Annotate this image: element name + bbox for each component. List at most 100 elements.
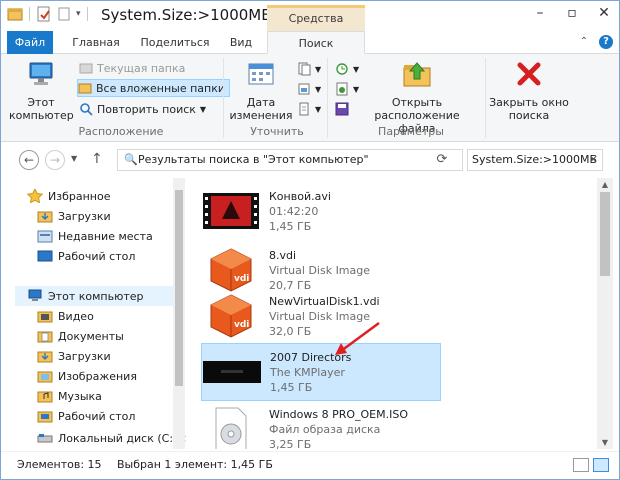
group-divider (485, 58, 486, 138)
tab-file[interactable]: Файл (7, 31, 53, 54)
content-scrollbar[interactable]: ▲ ▼ (597, 178, 613, 449)
folder-icon (79, 63, 93, 74)
save-icon (335, 102, 349, 116)
file-meta: Конвой.avi 01:42:20 1,45 ГБ (269, 189, 331, 234)
nav-downloads[interactable]: Загрузки (37, 346, 111, 366)
kind-filter-button[interactable]: ▼ (297, 60, 321, 78)
nav-downloads-label: Загрузки (58, 209, 111, 223)
other-properties-button[interactable]: ▼ (297, 100, 321, 118)
up-arrow-icon[interactable]: ↑ (91, 151, 103, 167)
file-meta: 8.vdi Virtual Disk Image 20,7 ГБ (269, 248, 370, 293)
items-count: Элементов: 15 (17, 458, 102, 471)
forward-button[interactable]: → (45, 150, 65, 170)
clear-search-icon[interactable]: ✕ (589, 150, 598, 170)
address-path: Результаты поиска в "Этот компьютер" (138, 153, 369, 166)
window-controls: – ▫ ✕ (531, 4, 613, 22)
all-subfolders-label: Все вложенные папки (96, 81, 226, 95)
location-group-label: Расположение (78, 125, 164, 138)
size-filter-button[interactable]: ▼ (297, 80, 321, 98)
nav-downloads-fav[interactable]: Загрузки (37, 206, 111, 226)
pictures-folder-icon (37, 371, 53, 383)
save-search-button[interactable] (335, 100, 349, 118)
chevron-up-icon[interactable]: ⌃ (577, 35, 591, 49)
properties-icon[interactable] (36, 6, 52, 22)
tab-search[interactable]: Поиск (267, 31, 365, 54)
video-thumbnail (201, 186, 261, 236)
advanced-options-button[interactable]: ▼ (335, 80, 359, 98)
file-name: 8.vdi (269, 248, 297, 262)
recent-searches-button[interactable]: ▼ (335, 60, 359, 78)
tiles-view-icon[interactable] (593, 458, 609, 472)
content-scrollbar-thumb[interactable] (600, 192, 610, 276)
advanced-options-icon (336, 82, 348, 96)
app-icon (7, 8, 23, 21)
list-item-selected[interactable]: 2007 Directors The KMPlayer 1,45 ГБ (201, 343, 441, 401)
nav-pictures[interactable]: Изображения (37, 366, 137, 386)
tab-share[interactable]: Поделиться (135, 31, 215, 54)
this-pc-button[interactable]: Этот компьютер (9, 58, 74, 122)
close-search-label: Закрыть окно поиска (489, 96, 569, 122)
properties-icon (299, 102, 309, 116)
close-icon[interactable]: ✕ (595, 4, 613, 22)
scroll-down-icon[interactable]: ▼ (597, 438, 613, 447)
current-folder-button[interactable]: Текущая папка (79, 59, 185, 77)
list-item[interactable]: vdi NewVirtualDisk1.vdi Virtual Disk Ima… (201, 287, 441, 345)
chevron-down-icon: ▼ (199, 104, 207, 114)
nav-desktop-fav[interactable]: Рабочий стол (37, 246, 135, 266)
nav-local-disk-c[interactable]: Локальный диск (C:) > (37, 428, 186, 448)
nav-documents[interactable]: Документы (37, 326, 124, 346)
quick-access-toolbar: ▾ (7, 6, 90, 22)
recent-places-icon (37, 230, 53, 243)
nav-this-pc[interactable]: Этот компьютер (15, 286, 173, 306)
search-results-icon: 🔍 (124, 153, 138, 166)
maximize-icon[interactable]: ▫ (563, 4, 581, 22)
refine-group-label: Уточнить (250, 125, 304, 138)
address-bar[interactable]: 🔍 Результаты поиска в "Этот компьютер" (117, 149, 463, 171)
calendar-icon (248, 63, 274, 85)
nav-music-label: Музыка (58, 389, 102, 403)
nav-favorites[interactable]: Избранное (27, 186, 110, 206)
recent-locations-icon[interactable]: ▼ (71, 154, 77, 163)
search-again-label: Повторить поиск (97, 102, 196, 116)
drive-icon (37, 434, 53, 443)
list-item[interactable]: Windows 8 PRO_OEM.ISO Файл образа диска … (201, 400, 441, 449)
date-modified-label: Дата изменения (229, 96, 293, 122)
help-icon[interactable]: ? (599, 35, 613, 49)
minimize-icon[interactable]: – (531, 4, 549, 22)
close-search-button[interactable]: Закрыть окно поиска (489, 58, 569, 122)
desktop-icon (37, 250, 53, 262)
group-divider (223, 58, 224, 138)
recent-searches-icon (336, 63, 348, 75)
scroll-up-icon[interactable]: ▲ (597, 180, 613, 189)
file-name: Windows 8 PRO_OEM.ISO (269, 407, 409, 421)
nav-music[interactable]: Музыка (37, 386, 102, 406)
open-file-location-button[interactable]: Открыть расположение файла (361, 58, 473, 135)
tab-view[interactable]: Вид (221, 31, 261, 54)
date-modified-button[interactable]: Дата изменения (229, 58, 293, 122)
nav-desktop[interactable]: Рабочий стол (37, 406, 135, 426)
refresh-icon[interactable]: ⟳ (431, 150, 453, 170)
nav-recent-places[interactable]: Недавние места (37, 226, 153, 246)
nav-scrollbar-thumb[interactable] (175, 190, 183, 386)
back-button[interactable]: ← (19, 150, 39, 170)
search-again-button[interactable]: Повторить поиск ▼ (79, 100, 206, 118)
svg-text:vdi: vdi (234, 320, 249, 330)
details-view-icon[interactable] (573, 458, 589, 472)
desktop-folder-icon (37, 411, 53, 423)
all-subfolders-button[interactable]: Все вложенные папки (77, 79, 231, 97)
video-film-icon (203, 193, 259, 229)
nav-videos[interactable]: Видео (37, 306, 94, 326)
nav-pictures-label: Изображения (58, 369, 137, 383)
music-folder-icon (37, 391, 53, 403)
nav-scrollbar[interactable] (173, 178, 185, 449)
tab-home[interactable]: Главная (63, 31, 129, 54)
navigation-pane: Избранное Загрузки Недавние места Рабочи… (1, 178, 186, 449)
new-folder-icon[interactable] (56, 6, 72, 22)
folder-up-icon (403, 62, 431, 87)
nav-downloads-label: Загрузки (58, 349, 111, 363)
customize-toolbar-icon[interactable]: ▾ (76, 9, 81, 19)
chevron-down-icon: ▼ (353, 84, 360, 94)
search-input[interactable]: System.Size:>1000МБ ✕ (467, 149, 603, 171)
kind-icon (298, 62, 311, 76)
list-item[interactable]: Конвой.avi 01:42:20 1,45 ГБ (201, 182, 441, 240)
